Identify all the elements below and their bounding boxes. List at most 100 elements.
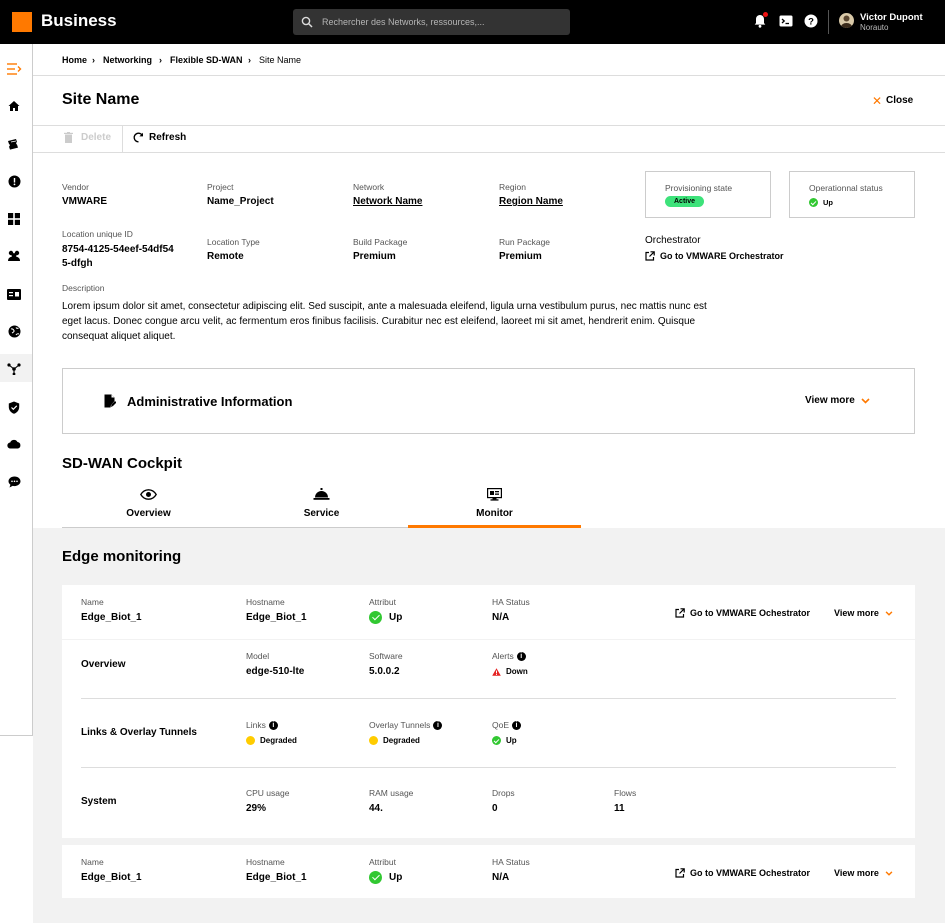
network-link[interactable]: Network Name (353, 196, 422, 207)
edge-view-more-button[interactable]: View more (834, 868, 893, 878)
description-text: Lorem ipsum dolor sit amet, consectetur … (62, 301, 707, 342)
cpu-value: 29% (246, 803, 267, 814)
chevron-right-icon: › (92, 55, 95, 65)
software-value: 5.0.0.2 (369, 666, 400, 677)
operational-status-value: Up (809, 198, 833, 207)
avatar[interactable] (839, 13, 854, 28)
home-icon[interactable] (6, 98, 22, 114)
status-up-icon (369, 611, 382, 624)
edge-orchestrator-link-text: Go to VMWARE Ochestrator (690, 868, 811, 878)
alerts-text: Down (506, 667, 528, 676)
overlay-tunnels-text: Degraded (383, 736, 420, 745)
breadcrumb-current: Site Name (259, 55, 302, 65)
vendor-label: Vendor (62, 182, 89, 192)
chevron-right-icon: › (248, 55, 251, 65)
user-name[interactable]: Victor Dupont (860, 12, 923, 23)
view-more-label: View more (834, 608, 879, 618)
operational-status-card: Operationnal status Up (789, 171, 915, 218)
dashboard-icon[interactable] (6, 211, 22, 227)
edge-name-label: Name (81, 597, 104, 607)
location-id-value-line2: 5-dfgh (62, 258, 93, 269)
tab-monitor[interactable]: Monitor (408, 483, 581, 528)
region-link[interactable]: Region Name (499, 196, 563, 207)
cloud-icon[interactable] (6, 436, 22, 452)
status-up-icon (492, 736, 501, 745)
links-text: Degraded (260, 736, 297, 745)
breadcrumb-networking[interactable]: Networking (103, 55, 152, 65)
overlay-tunnels-label-text: Overlay Tunnels (369, 720, 431, 730)
close-button[interactable]: Close (886, 95, 913, 106)
help-icon[interactable]: ? (803, 13, 819, 29)
administrative-information-title: Administrative Information (127, 394, 293, 409)
view-more-label: View more (805, 395, 855, 406)
run-package-label: Run Package (499, 237, 551, 247)
external-link-icon (645, 251, 655, 261)
admin-view-more-button[interactable]: View more (805, 395, 870, 406)
network-topology-icon[interactable] (6, 361, 22, 377)
refresh-icon (133, 132, 143, 143)
edge-attribut-label: Attribut (369, 597, 396, 607)
tab-overview[interactable]: Overview (62, 483, 235, 528)
alerts-label-text: Alerts (492, 651, 514, 661)
edge-hostname-value: Edge_Biot_1 (246, 872, 307, 883)
edge-name-value: Edge_Biot_1 (81, 872, 142, 883)
info-icon[interactable]: i (512, 721, 522, 730)
terminal-icon[interactable] (778, 13, 794, 29)
cpu-label: CPU usage (246, 788, 290, 798)
breadcrumb-flexible-sdwan[interactable]: Flexible SD-WAN (170, 55, 243, 65)
id-card-icon[interactable] (6, 286, 22, 302)
model-value: edge-510-lte (246, 666, 305, 677)
search-icon (301, 16, 313, 28)
location-type-label: Location Type (207, 237, 260, 247)
delete-button[interactable]: Delete (64, 132, 111, 143)
info-icon[interactable]: i (433, 721, 443, 730)
edge-orchestrator-link[interactable]: Go to VMWARE Ochestrator (675, 868, 810, 878)
status-up-icon (369, 871, 382, 884)
links-label: Links i (246, 720, 278, 730)
edge-ha-status-label: HA Status (492, 857, 530, 867)
status-degraded-icon (246, 736, 255, 745)
breadcrumb-home[interactable]: Home (62, 55, 87, 65)
drops-label: Drops (492, 788, 515, 798)
vendor-value: VMWARE (62, 196, 107, 207)
edge-ha-status-label: HA Status (492, 597, 530, 607)
search-input[interactable] (322, 17, 562, 27)
tickets-icon[interactable] (6, 136, 22, 152)
edge-view-more-button[interactable]: View more (834, 608, 893, 618)
qoe-value: Up (492, 736, 517, 745)
edge-name-value: Edge_Biot_1 (81, 612, 142, 623)
run-package-value: Premium (499, 251, 542, 262)
alerts-label: Alerts i (492, 651, 526, 661)
edge-orchestrator-link[interactable]: Go to VMWARE Ochestrator (675, 608, 810, 618)
edge-ha-status-value: N/A (492, 612, 510, 623)
divider (62, 639, 915, 640)
info-icon[interactable]: i (268, 721, 278, 730)
search-bar[interactable] (293, 9, 570, 35)
refresh-label: Refresh (149, 132, 187, 143)
refresh-button[interactable]: Refresh (133, 132, 186, 143)
chevron-down-icon (885, 870, 893, 876)
orchestrator-link[interactable]: Go to VMWARE Orchestrator (645, 251, 784, 261)
administrative-information-card[interactable]: Administrative Information View more (62, 368, 915, 434)
info-icon[interactable]: i (516, 652, 526, 661)
chat-icon[interactable] (6, 474, 22, 490)
tab-service[interactable]: Service (235, 483, 408, 528)
orange-logo[interactable] (12, 12, 32, 32)
operational-status-label: Operationnal status (809, 183, 883, 193)
brand-name[interactable]: Business (41, 11, 117, 31)
security-shield-icon[interactable] (6, 399, 22, 415)
trash-icon (64, 132, 73, 143)
edge-card (62, 585, 915, 838)
provisioning-state-label: Provisioning state (665, 183, 733, 193)
close-icon[interactable]: ✕ (872, 94, 882, 108)
provisioning-state-badge: Active (665, 196, 705, 207)
delete-label: Delete (81, 132, 112, 143)
menu-toggle-icon[interactable] (6, 61, 22, 77)
info-icon[interactable] (6, 173, 22, 189)
ram-value: 44. (369, 803, 383, 814)
edge-attribut-value: Up (369, 611, 402, 624)
users-icon[interactable] (6, 248, 22, 264)
edge-orchestrator-link-text: Go to VMWARE Ochestrator (690, 608, 811, 618)
tab-monitor-label: Monitor (476, 508, 513, 519)
globe-icon[interactable] (6, 323, 22, 339)
